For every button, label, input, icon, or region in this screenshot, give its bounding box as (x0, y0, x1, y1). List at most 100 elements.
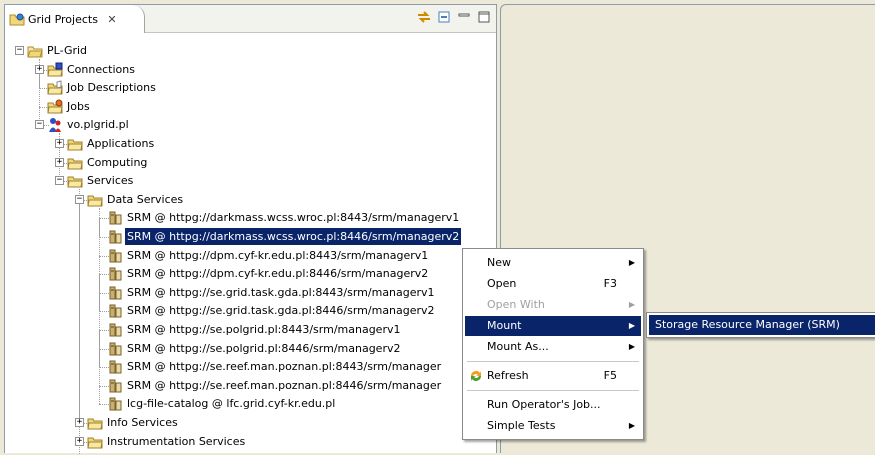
menu-item-label: Simple Tests (487, 419, 556, 432)
submenu-arrow-icon: ▶ (628, 421, 635, 430)
expand-icon[interactable]: + (55, 157, 64, 167)
submenu-item-label: Storage Resource Manager (SRM) (655, 318, 840, 331)
menu-item-open[interactable]: Open F3 (465, 274, 641, 294)
tree-item[interactable]: SRM @ httpg://darkmass.wcss.wroc.pl:8443… (5, 209, 495, 227)
collapse-icon[interactable]: − (35, 120, 44, 130)
folder-icon (67, 176, 83, 188)
grid-projects-icon (9, 13, 25, 26)
tree-item[interactable]: + Computing (5, 154, 495, 172)
tree-item[interactable]: SRM @ httpg://se.reef.man.poznan.pl:8446… (5, 377, 495, 395)
tree-item-label: Computing (87, 155, 148, 169)
menu-item-label: Run Operator's Job... (487, 398, 601, 411)
tree-item[interactable]: − vo.plgrid.pl (5, 116, 495, 134)
project-tree: − PL-Grid + Connections Job Descriptions Jobs… (5, 35, 496, 455)
tree-item-label: vo.plgrid.pl (67, 118, 129, 132)
tree-item-label: Instrumentation Services (107, 434, 246, 448)
tree-item-label: SRM @ httpg://dpm.cyf-kr.edu.pl:8446/srm… (127, 267, 429, 281)
tree-item[interactable]: + Instrumentation Services (5, 433, 495, 451)
expand-icon[interactable]: + (75, 436, 84, 446)
context-menu: New ▶ Open F3 Open With ▶ Mount ▶ Mount As... ▶ Re… (462, 248, 644, 440)
menu-item-shortcut: F5 (603, 369, 617, 382)
tree-item[interactable]: SRM @ httpg://se.polgrid.pl:8446/srm/man… (5, 340, 495, 358)
tree-item-label: Job Descriptions (67, 81, 156, 95)
submenu-item-storage-resource-manager[interactable]: Storage Resource Manager (SRM) (649, 315, 875, 335)
tree-item[interactable]: lcg-file-catalog @ lfc.grid.cyf-kr.edu.p… (5, 395, 495, 413)
tree-item[interactable]: − Services (5, 172, 495, 190)
tree-item[interactable]: − Data Services (5, 191, 495, 209)
menu-item-label: New (487, 256, 511, 269)
tree-item-label: Data Services (107, 192, 184, 206)
connections-folder-icon (47, 62, 63, 77)
folder-icon (67, 139, 83, 151)
tree-item-label: Info Services (107, 416, 178, 429)
tree-item-label: SRM @ httpg://se.polgrid.pl:8446/srm/man… (127, 341, 401, 355)
menu-item-run-operator-s-job[interactable]: Run Operator's Job... (465, 395, 641, 415)
refresh-icon (471, 371, 481, 381)
tree-item-label: SRM @ httpg://darkmass.wcss.wroc.pl:8446… (123, 227, 463, 246)
tree-item-label: SRM @ httpg://dpm.cyf-kr.edu.pl:8443/srm… (127, 248, 429, 262)
tree-item[interactable]: + Info Services (5, 414, 495, 432)
tree-item[interactable]: SRM @ httpg://se.reef.man.poznan.pl:8443… (5, 358, 495, 376)
menu-item-label: Refresh (487, 369, 529, 382)
menu-item-open-with: Open With ▶ (465, 295, 641, 315)
tree-item-label: lcg-file-catalog @ lfc.grid.cyf-kr.edu.p… (127, 397, 336, 411)
expand-icon[interactable]: + (75, 418, 84, 427)
grid-projects-view: Grid Projects ✕ − PL-Grid + Connections … (4, 4, 497, 455)
srm-service-icon (109, 304, 122, 318)
menu-item-mount[interactable]: Mount ▶ (465, 316, 641, 336)
project-icon (27, 46, 43, 58)
menu-item-simple-tests[interactable]: Simple Tests ▶ (465, 416, 641, 436)
menu-item-label: Open With (487, 298, 545, 311)
view-tab-bar: Grid Projects ✕ (5, 5, 496, 33)
tree-item[interactable]: SRM @ httpg://darkmass.wcss.wroc.pl:8446… (5, 227, 495, 246)
collapse-icon[interactable]: − (75, 194, 84, 204)
tree-item-label: Services (87, 174, 134, 188)
tree-item[interactable]: SRM @ httpg://se.grid.task.gda.pl:8446/s… (5, 302, 495, 320)
expand-icon[interactable]: + (55, 139, 64, 148)
mount-submenu: Storage Resource Manager (SRM) (646, 312, 875, 338)
tree-item[interactable]: + Connections (5, 61, 495, 79)
maximize-icon[interactable] (476, 9, 492, 25)
menu-item-new[interactable]: New ▶ (465, 253, 641, 273)
tree-item-label: SRM @ httpg://se.reef.man.poznan.pl:8446… (127, 378, 442, 392)
submenu-arrow-icon: ▶ (628, 258, 635, 267)
tree-item[interactable]: + Applications (5, 135, 495, 153)
tree-item-label: Jobs (67, 99, 90, 113)
menu-item-mount-as[interactable]: Mount As... ▶ (465, 337, 641, 357)
menu-item-label: Mount (487, 319, 522, 332)
srm-service-icon (109, 267, 122, 281)
menu-item-label: Mount As... (487, 340, 549, 353)
close-icon[interactable]: ✕ (106, 13, 118, 26)
tree-item[interactable]: SRM @ httpg://se.grid.task.gda.pl:8443/s… (5, 284, 495, 302)
menu-item-shortcut: F3 (603, 277, 617, 290)
collapse-all-icon[interactable] (436, 9, 452, 25)
collapse-icon[interactable]: − (15, 46, 24, 55)
tree-item[interactable]: Jobs (5, 98, 495, 116)
tree-item[interactable]: SRM @ httpg://dpm.cyf-kr.edu.pl:8443/srm… (5, 247, 495, 265)
srm-service-icon (109, 397, 122, 411)
srm-service-icon (109, 342, 122, 356)
sync-icon[interactable] (416, 9, 432, 25)
tree-item[interactable]: − PL-Grid (5, 42, 495, 60)
menu-separator (467, 390, 639, 391)
tab-title: Grid Projects (28, 12, 98, 26)
srm-service-icon (109, 323, 122, 337)
vo-icon (49, 118, 61, 133)
srm-service-icon (109, 211, 122, 225)
srm-service-icon (109, 379, 122, 393)
tab-grid-projects[interactable]: Grid Projects ✕ (5, 5, 145, 33)
tree-item[interactable]: Job Descriptions (5, 79, 495, 97)
tree-item[interactable]: SRM @ httpg://se.polgrid.pl:8443/srm/man… (5, 321, 495, 339)
tree-item-label: SRM @ httpg://se.grid.task.gda.pl:8443/s… (127, 285, 435, 299)
menu-item-refresh[interactable]: Refresh F5 (465, 366, 641, 386)
tree-item-label: SRM @ httpg://se.grid.task.gda.pl:8446/s… (127, 304, 435, 318)
collapse-icon[interactable]: − (55, 176, 64, 186)
srm-service-icon (109, 230, 122, 244)
job-descriptions-folder-icon (47, 80, 63, 95)
tree-item-label: SRM @ httpg://se.polgrid.pl:8443/srm/man… (127, 323, 401, 336)
expand-icon[interactable]: + (35, 64, 44, 74)
minimize-icon[interactable] (456, 9, 472, 25)
tree-item[interactable]: SRM @ httpg://dpm.cyf-kr.edu.pl:8446/srm… (5, 265, 495, 283)
folder-icon (87, 195, 103, 207)
submenu-arrow-icon: ▶ (628, 300, 635, 309)
